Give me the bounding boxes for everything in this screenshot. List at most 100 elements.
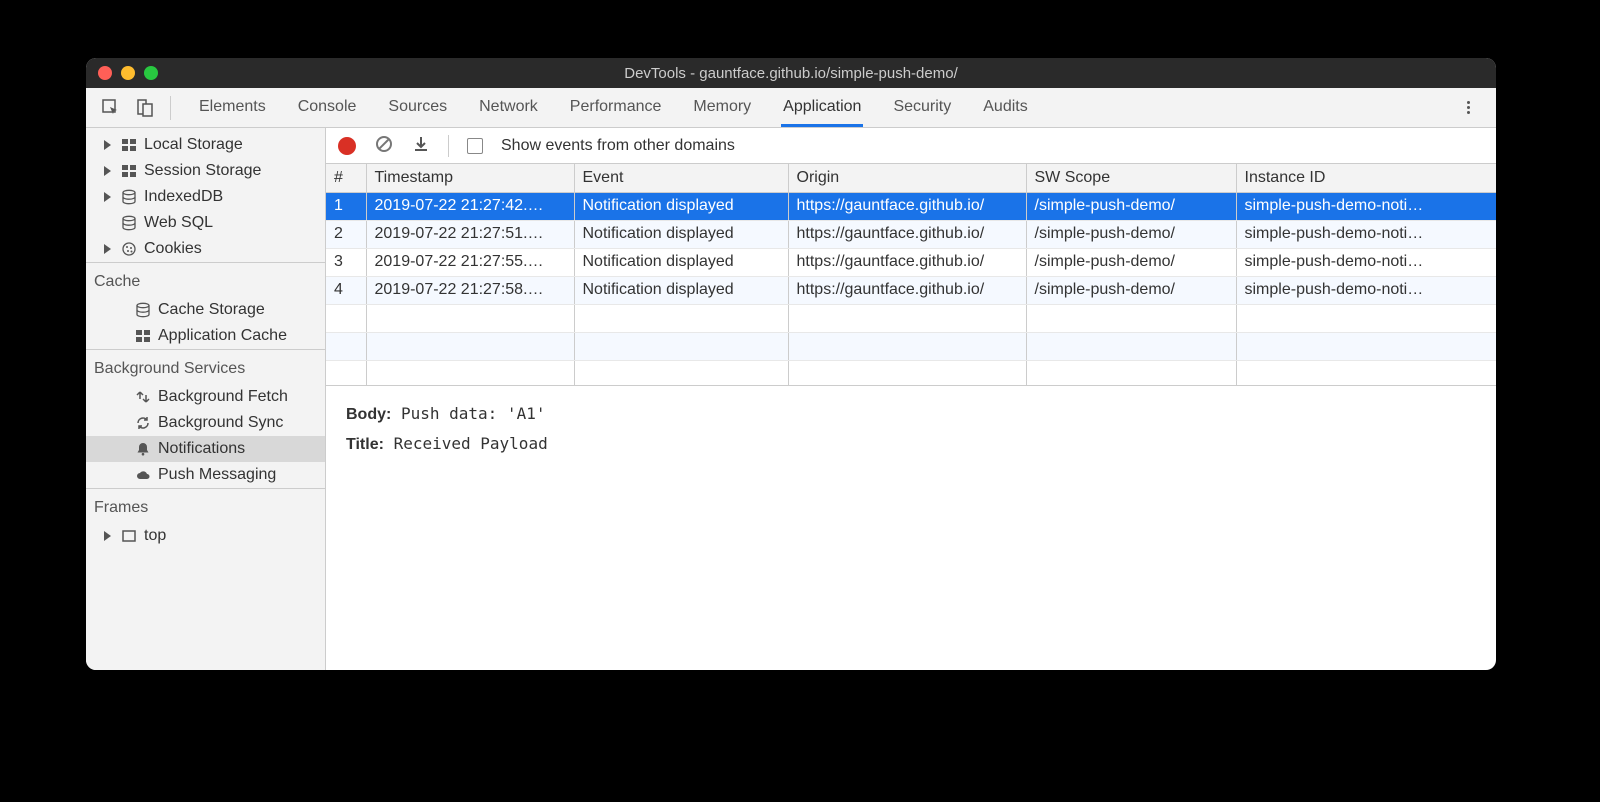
sidebar-item-indexeddb[interactable]: IndexedDB: [86, 184, 325, 210]
sidebar-item-cache-storage[interactable]: Cache Storage: [86, 297, 325, 323]
expand-triangle-icon[interactable]: [104, 244, 111, 254]
event-details: Body: Push data: 'A1' Title: Received Pa…: [326, 386, 1496, 474]
devtools-window: DevTools - gauntface.github.io/simple-pu…: [86, 58, 1496, 670]
expand-triangle-icon[interactable]: [104, 192, 111, 202]
tab-console[interactable]: Console: [296, 90, 359, 126]
sidebar-item-push-messaging[interactable]: Push Messaging: [86, 462, 325, 488]
db-icon: [134, 301, 152, 319]
column-header[interactable]: #: [326, 164, 366, 192]
more-options-icon[interactable]: [1458, 98, 1478, 118]
sidebar-category-background-services: Background Services: [86, 349, 325, 384]
sidebar-item-notifications[interactable]: Notifications: [86, 436, 325, 462]
tab-security[interactable]: Security: [891, 90, 953, 126]
column-header[interactable]: Instance ID: [1236, 164, 1496, 192]
table-cell: /simple-push-demo/: [1026, 276, 1236, 304]
table-cell: 2019-07-22 21:27:58.…: [366, 276, 574, 304]
table-cell: simple-push-demo-noti…: [1236, 248, 1496, 276]
table-cell: 2: [326, 220, 366, 248]
sidebar-category-frames: Frames: [86, 488, 325, 523]
sidebar-item-label: Push Messaging: [158, 466, 276, 484]
sidebar-item-label: Cache Storage: [158, 301, 265, 319]
events-toolbar: Show events from other domains: [326, 128, 1496, 164]
cookie-icon: [120, 240, 138, 258]
sidebar-item-top[interactable]: top: [86, 523, 325, 549]
table-row[interactable]: 32019-07-22 21:27:55.…Notification displ…: [326, 248, 1496, 276]
column-header[interactable]: Timestamp: [366, 164, 574, 192]
sidebar-item-label: Notifications: [158, 440, 245, 458]
column-header[interactable]: Event: [574, 164, 788, 192]
tab-audits[interactable]: Audits: [981, 90, 1029, 126]
db-icon: [120, 188, 138, 206]
table-cell: /simple-push-demo/: [1026, 220, 1236, 248]
table-cell: simple-push-demo-noti…: [1236, 220, 1496, 248]
sidebar-item-application-cache[interactable]: Application Cache: [86, 323, 325, 349]
inspect-element-icon[interactable]: [100, 97, 122, 119]
detail-title-value: Received Payload: [394, 434, 548, 453]
titlebar: DevTools - gauntface.github.io/simple-pu…: [86, 58, 1496, 88]
sidebar-item-label: Application Cache: [158, 327, 287, 345]
expand-triangle-icon[interactable]: [104, 166, 111, 176]
expand-triangle-icon[interactable]: [104, 531, 111, 541]
table-cell: https://gauntface.github.io/: [788, 220, 1026, 248]
events-table: #TimestampEventOriginSW ScopeInstance ID…: [326, 164, 1496, 386]
sync-icon: [134, 414, 152, 432]
table-cell: Notification displayed: [574, 220, 788, 248]
db-icon: [120, 214, 138, 232]
show-other-domains-checkbox[interactable]: [467, 138, 483, 154]
maximize-window-button[interactable]: [144, 66, 158, 80]
detail-title-label: Title:: [346, 436, 384, 453]
table-row[interactable]: 22019-07-22 21:27:51.…Notification displ…: [326, 220, 1496, 248]
table-cell: 1: [326, 192, 366, 220]
expand-triangle-icon[interactable]: [104, 140, 111, 150]
record-button[interactable]: [338, 137, 356, 155]
detail-body-value: Push data: 'A1': [401, 404, 546, 423]
sidebar-item-background-sync[interactable]: Background Sync: [86, 410, 325, 436]
device-toolbar-icon[interactable]: [134, 97, 156, 119]
tab-elements[interactable]: Elements: [197, 90, 268, 126]
minimize-window-button[interactable]: [121, 66, 135, 80]
sidebar-item-label: Background Fetch: [158, 388, 288, 406]
sidebar-item-label: IndexedDB: [144, 188, 223, 206]
table-row[interactable]: 42019-07-22 21:27:58.…Notification displ…: [326, 276, 1496, 304]
sidebar-item-label: top: [144, 527, 166, 545]
table-row[interactable]: 12019-07-22 21:27:42.…Notification displ…: [326, 192, 1496, 220]
clear-icon[interactable]: [374, 134, 394, 157]
tab-performance[interactable]: Performance: [568, 90, 664, 126]
column-header[interactable]: Origin: [788, 164, 1026, 192]
table-cell: 4: [326, 276, 366, 304]
table-cell: 3: [326, 248, 366, 276]
sidebar-item-session-storage[interactable]: Session Storage: [86, 158, 325, 184]
tabs-container: Elements Console Sources Network Performance…: [197, 90, 1458, 126]
sidebar-item-background-fetch[interactable]: Background Fetch: [86, 384, 325, 410]
table-cell: /simple-push-demo/: [1026, 248, 1236, 276]
bell-icon: [134, 440, 152, 458]
sidebar-item-label: Web SQL: [144, 214, 213, 232]
show-other-domains-label: Show events from other domains: [501, 137, 735, 155]
download-icon[interactable]: [412, 135, 430, 156]
sidebar-item-web-sql[interactable]: Web SQL: [86, 210, 325, 236]
table-cell: https://gauntface.github.io/: [788, 192, 1026, 220]
main-panel: Show events from other domains #Timestam…: [326, 128, 1496, 670]
tab-sources[interactable]: Sources: [386, 90, 449, 126]
grid-icon: [120, 136, 138, 154]
application-sidebar: Local Storage Session Storage IndexedDB Web…: [86, 128, 326, 670]
table-cell: Notification displayed: [574, 248, 788, 276]
main-tabbar: Elements Console Sources Network Performance…: [86, 88, 1496, 128]
tab-application[interactable]: Application: [781, 90, 863, 127]
table-cell: 2019-07-22 21:27:51.…: [366, 220, 574, 248]
column-header[interactable]: SW Scope: [1026, 164, 1236, 192]
frame-icon: [120, 527, 138, 545]
table-cell: simple-push-demo-noti…: [1236, 192, 1496, 220]
sidebar-item-cookies[interactable]: Cookies: [86, 236, 325, 262]
window-title: DevTools - gauntface.github.io/simple-pu…: [86, 65, 1496, 82]
traffic-lights: [98, 66, 158, 80]
sidebar-item-label: Session Storage: [144, 162, 261, 180]
tab-memory[interactable]: Memory: [691, 90, 753, 126]
table-cell: /simple-push-demo/: [1026, 192, 1236, 220]
toolbar-divider: [448, 135, 449, 157]
tab-network[interactable]: Network: [477, 90, 540, 126]
sidebar-item-local-storage[interactable]: Local Storage: [86, 132, 325, 158]
table-cell: Notification displayed: [574, 192, 788, 220]
close-window-button[interactable]: [98, 66, 112, 80]
cloud-icon: [134, 466, 152, 484]
